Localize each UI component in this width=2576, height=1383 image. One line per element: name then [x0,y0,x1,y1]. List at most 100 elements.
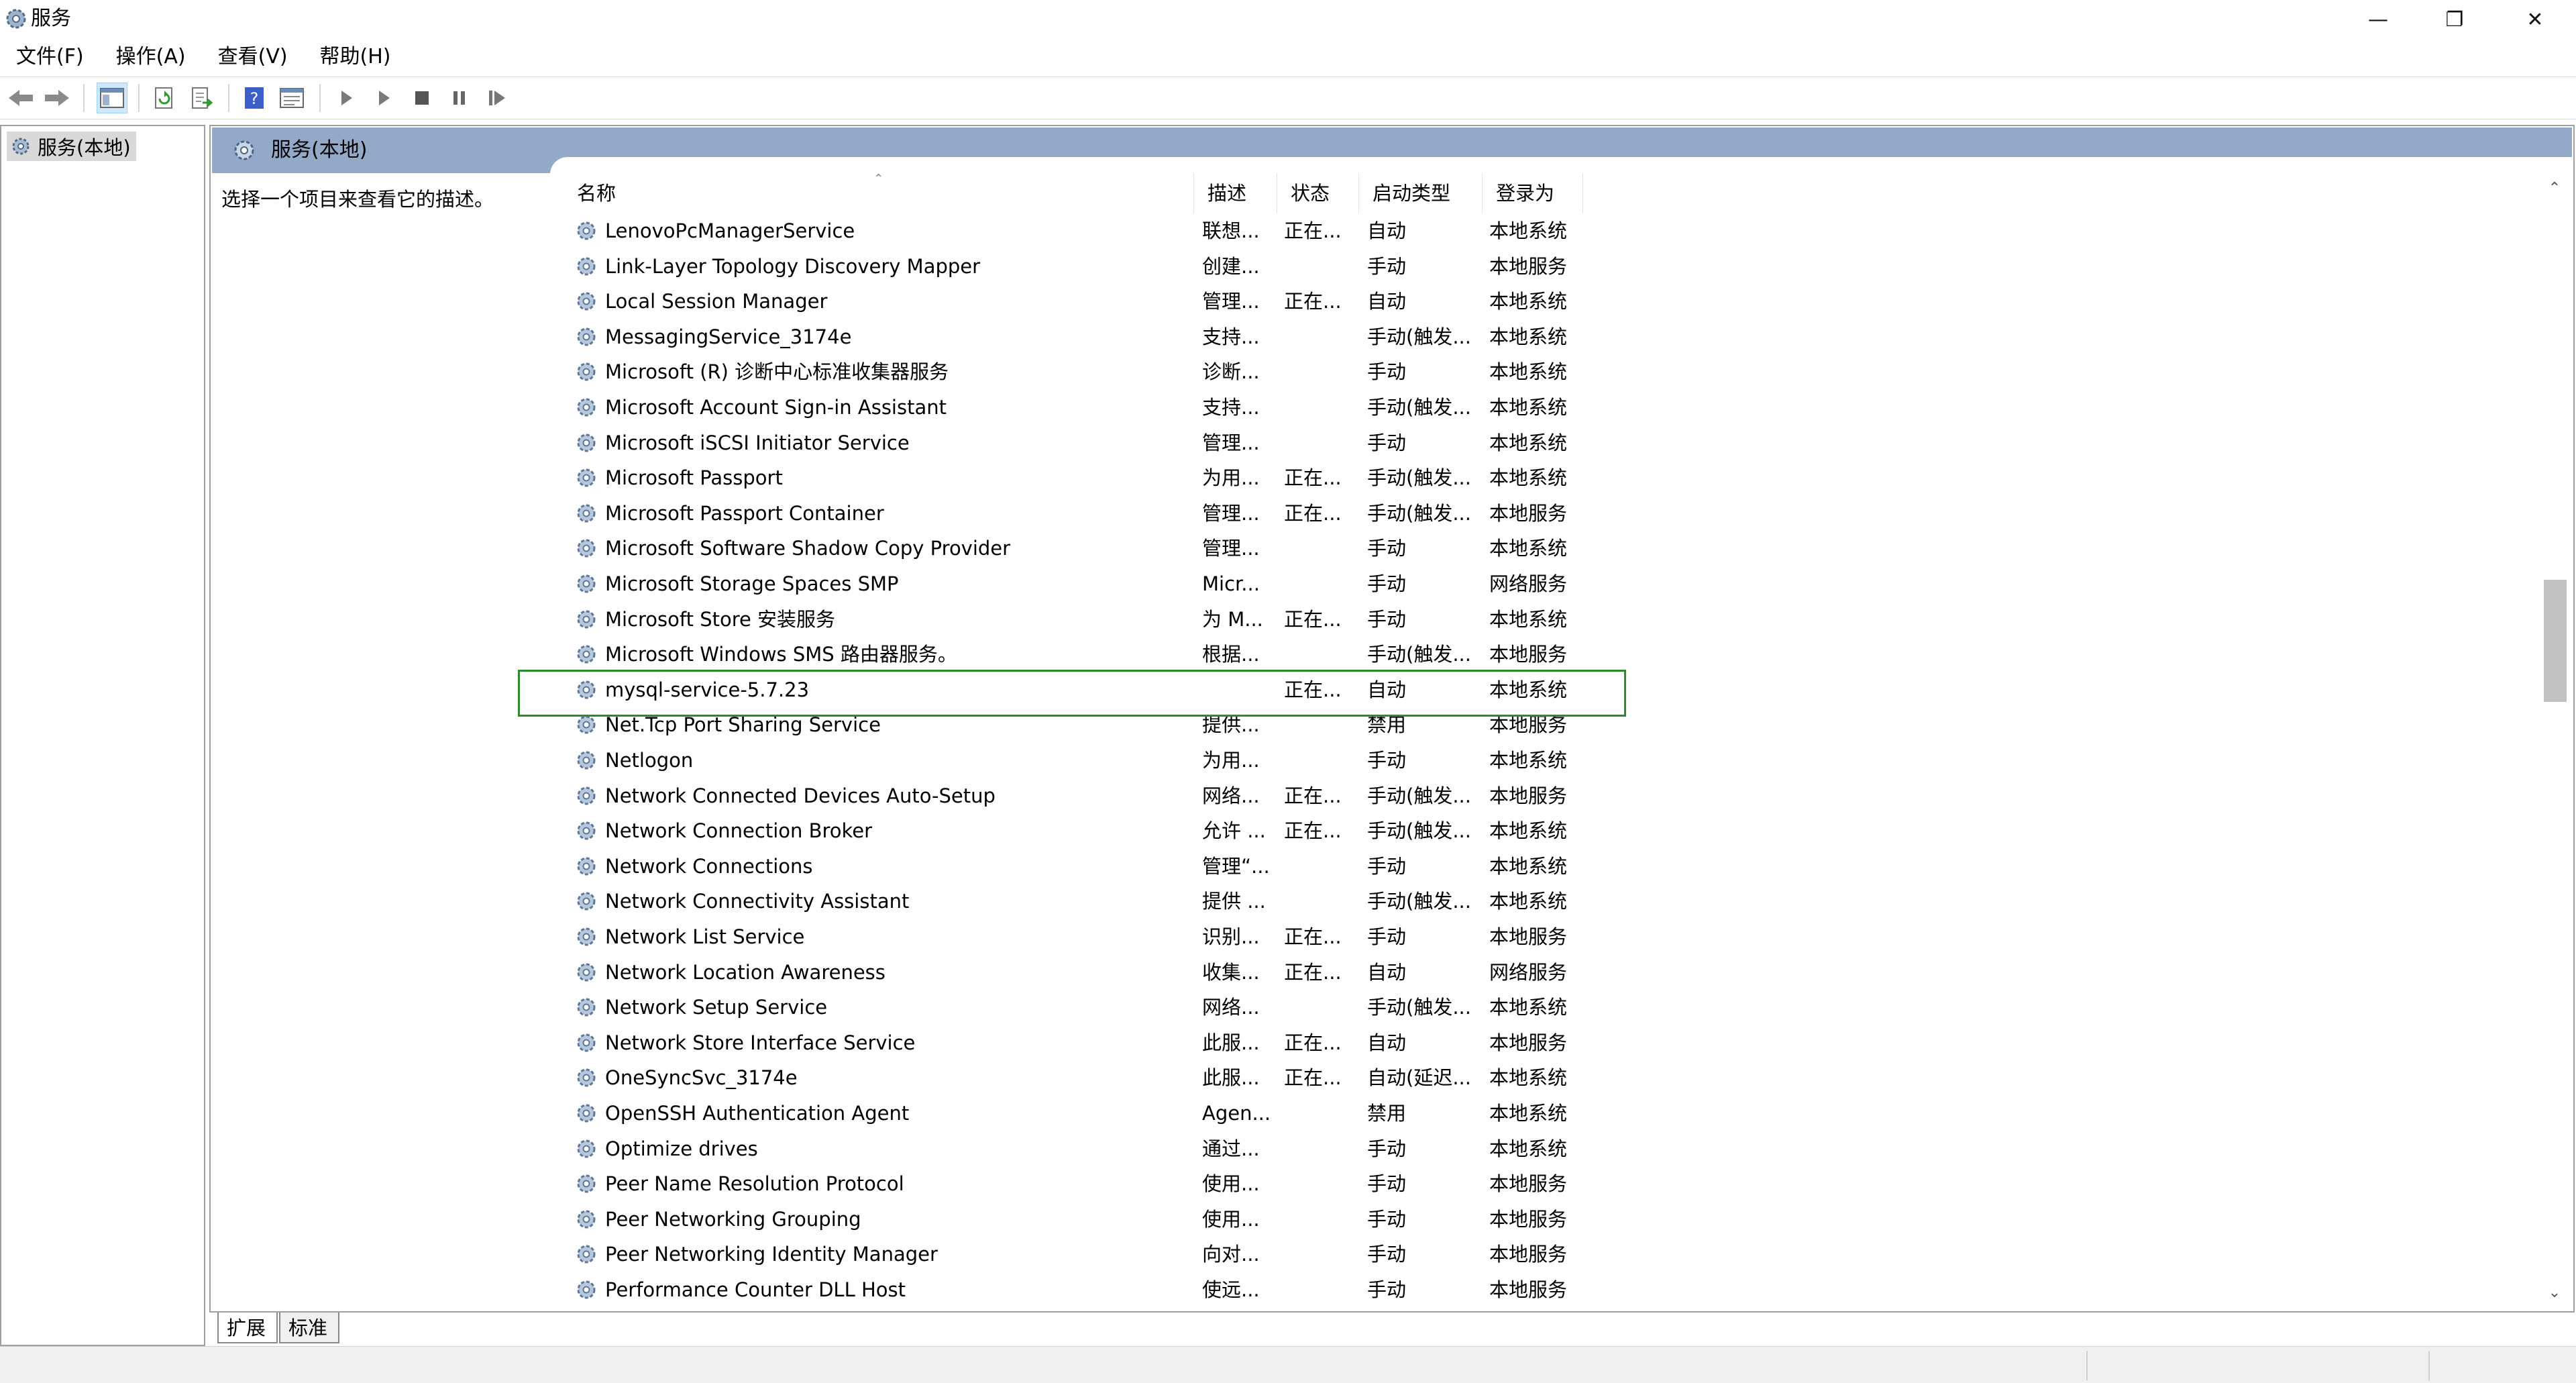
column-header-logon-as[interactable]: 登录为 [1483,173,1583,213]
table-row[interactable]: MessagingService_3174e 支持... 手动(触发... 本地系统 [564,319,2529,355]
column-header-startup-type[interactable]: 启动类型 [1359,173,1483,213]
tab-standard[interactable]: 标准 [279,1313,339,1343]
tree-node-label: 服务(本地) [38,136,131,159]
service-description: 此服... [1202,1031,1260,1054]
service-description: 允许 ... [1202,819,1266,843]
service-name: Network Setup Service [605,996,828,1019]
service-startup-type: 手动 [1367,537,1407,560]
service-gear-icon [577,468,596,487]
window-title: 服务 [31,7,71,30]
service-status [1284,1166,1358,1202]
service-description: 管理... [1202,501,1260,525]
restart-service-icon[interactable] [482,83,513,113]
table-row[interactable]: Network Setup Service 网络... 手动(触发... 本地系统 [564,990,2529,1025]
column-header-description[interactable]: 描述 [1194,173,1277,213]
table-row[interactable]: Network List Service 识别... 正在... 手动 本地服务 [564,919,2529,955]
table-row[interactable]: Microsoft Passport 为用... 正在... 手动(触发... 本地系统 [564,460,2529,496]
service-gear-icon [577,292,596,311]
service-gear-icon [577,998,596,1017]
table-row[interactable]: Network Location Awareness 收集... 正在... 自动 网络… [564,955,2529,990]
service-logon-as: 本地服务 [1489,1243,1568,1266]
service-startup-type: 手动(触发... [1367,325,1471,348]
table-row[interactable]: Performance Counter DLL Host 使远... 手动 本地服务 [564,1272,2529,1308]
service-logon-as: 本地服务 [1489,254,1568,278]
tree-node-services-local[interactable]: 服务(本地) [7,132,136,161]
table-row[interactable]: Microsoft Windows SMS 路由器服务。 根据... 手动(触发..… [564,637,2529,672]
forward-icon[interactable] [42,83,72,113]
service-description: 网络... [1202,784,1260,807]
service-gear-icon [577,1033,596,1052]
menu-action[interactable]: 操作(A) [100,39,202,75]
service-logon-as: 本地服务 [1489,1172,1568,1196]
table-row[interactable]: OpenSSH Authentication Agent Agen... 禁用 本地系… [564,1096,2529,1131]
stop-service-icon[interactable] [407,83,437,113]
service-startup-type: 手动(触发... [1367,643,1471,666]
toolbar-separator [83,84,85,112]
table-row[interactable]: Optimize drives 通过... 手动 本地系统 [564,1131,2529,1167]
service-startup-type: 自动 [1367,1031,1407,1054]
service-description: 根据... [1202,643,1260,666]
service-logon-as: 本地系统 [1489,360,1568,384]
table-row[interactable]: Netlogon 为用... 手动 本地系统 [564,743,2529,778]
help-icon[interactable]: ? [239,83,270,113]
refresh-icon[interactable] [149,83,180,113]
service-status: 正在... [1284,290,1342,313]
minimize-icon[interactable]: — [2341,0,2415,39]
tab-extended[interactable]: 扩展 [217,1313,278,1343]
vertical-scrollbar[interactable] [2540,173,2569,1307]
service-status [1284,531,1358,566]
start-service-alt-icon[interactable] [369,83,400,113]
menu-file[interactable]: 文件(F) [0,39,100,75]
service-name: Peer Name Resolution Protocol [605,1172,904,1196]
table-row[interactable]: Peer Networking Identity Manager 向对... 手动 本… [564,1237,2529,1272]
sort-ascending-icon: ⌃ [873,172,884,186]
table-row[interactable]: Link-Layer Topology Discovery Mapper 创建..… [564,249,2529,285]
table-row[interactable]: OneSyncSvc_3174e 此服... 正在... 自动(延迟... 本地系统 [564,1060,2529,1096]
service-logon-as: 本地系统 [1489,607,1568,631]
close-icon[interactable]: ✕ [2498,0,2572,39]
service-startup-type: 手动(触发... [1367,819,1471,843]
table-row[interactable]: Peer Networking Grouping 使用... 手动 本地服务 [564,1202,2529,1237]
table-row[interactable]: Peer Name Resolution Protocol 使用... 手动 本地服务 [564,1166,2529,1202]
service-startup-type: 手动(触发... [1367,396,1471,419]
status-bar [0,1346,2576,1383]
service-gear-icon [577,504,596,523]
table-row[interactable]: Microsoft Store 安装服务 为 M... 正在... 手动 本地系统 [564,602,2529,637]
scrollbar-thumb[interactable] [2544,580,2567,702]
table-row[interactable]: Microsoft Storage Spaces SMP Micr... 手动 网络服… [564,566,2529,602]
toolbar-separator [138,84,140,112]
service-gear-icon [577,1104,596,1123]
table-row[interactable]: Microsoft Account Sign-in Assistant 支持...… [564,390,2529,425]
restore-icon[interactable]: ❐ [2418,0,2491,39]
back-icon[interactable] [5,83,36,113]
pause-service-icon[interactable] [444,83,475,113]
column-header-status[interactable]: 状态 [1277,173,1359,213]
table-row[interactable]: Microsoft (R) 诊断中心标准收集器服务 诊断... 手动 本地系统 [564,354,2529,390]
table-row[interactable]: Network Connectivity Assistant 提供 ... 手动(触… [564,884,2529,919]
toolbar-separator [228,84,229,112]
service-startup-type: 手动 [1367,572,1407,595]
table-row[interactable]: LenovoPcManagerService 联想... 正在... 自动 本地系统 [564,213,2529,249]
table-row[interactable]: Network Connected Devices Auto-Setup 网络..… [564,778,2529,814]
service-startup-type: 禁用 [1367,1102,1407,1125]
table-row[interactable]: Network Store Interface Service 此服... 正在..… [564,1025,2529,1061]
scroll-up-arrow-icon[interactable]: ⌃ [2540,173,2569,203]
table-row[interactable]: Network Connection Broker 允许 ... 正在... 手动(触… [564,813,2529,849]
menu-help[interactable]: 帮助(H) [304,39,407,75]
table-row[interactable]: Microsoft Passport Container 管理... 正在... 手动… [564,496,2529,531]
table-row[interactable]: Microsoft iSCSI Initiator Service 管理... 手动… [564,425,2529,461]
show-hide-console-tree-icon[interactable] [97,83,127,113]
export-list-icon[interactable] [186,83,217,113]
table-row[interactable]: Local Session Manager 管理... 正在... 自动 本地系统 [564,284,2529,319]
service-logon-as: 本地系统 [1489,996,1568,1019]
service-logon-as: 本地系统 [1489,890,1568,913]
properties-icon[interactable] [276,83,307,113]
svg-text:?: ? [250,89,259,108]
menu-view[interactable]: 查看(V) [202,39,304,75]
table-row[interactable]: Network Connections 管理“... 手动 本地系统 [564,849,2529,884]
scroll-down-arrow-icon[interactable]: ⌄ [2540,1278,2569,1307]
service-logon-as: 本地服务 [1489,784,1568,807]
table-row[interactable]: Microsoft Software Shadow Copy Provider 管… [564,531,2529,566]
service-gear-icon [577,362,596,381]
start-service-icon[interactable] [331,83,362,113]
